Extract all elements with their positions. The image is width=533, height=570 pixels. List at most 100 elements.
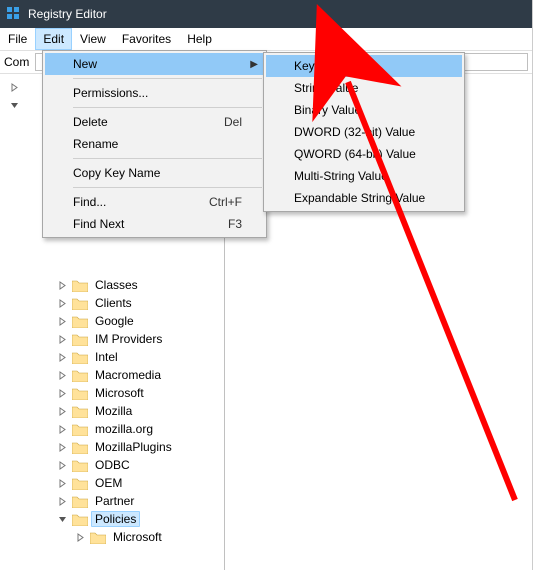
folder-icon bbox=[72, 404, 88, 418]
tree-item[interactable]: Partner bbox=[2, 492, 224, 510]
chevron-right-icon[interactable] bbox=[10, 83, 22, 92]
edit-menu: New ▶ Permissions... Delete Del Rename C… bbox=[42, 50, 267, 238]
menu-item-label: QWORD (64-bit) Value bbox=[294, 147, 416, 161]
menu-item-shortcut: F3 bbox=[228, 217, 242, 231]
new-qword-value[interactable]: QWORD (64-bit) Value bbox=[266, 143, 462, 165]
app-icon bbox=[6, 6, 22, 22]
chevron-down-icon[interactable] bbox=[10, 101, 22, 110]
chevron-right-icon[interactable] bbox=[58, 281, 70, 290]
tree-item[interactable]: Google bbox=[2, 312, 224, 330]
chevron-right-icon[interactable] bbox=[58, 425, 70, 434]
tree-item[interactable]: MozillaPlugins bbox=[2, 438, 224, 456]
edit-menu-find[interactable]: Find... Ctrl+F bbox=[45, 191, 264, 213]
menu-favorites-label: Favorites bbox=[122, 32, 171, 46]
tree-item[interactable]: Mozilla bbox=[2, 402, 224, 420]
chevron-right-icon[interactable] bbox=[58, 299, 70, 308]
tree-item[interactable]: OEM bbox=[2, 474, 224, 492]
folder-icon bbox=[72, 314, 88, 328]
chevron-right-icon[interactable] bbox=[58, 497, 70, 506]
tree-item[interactable]: mozilla.org bbox=[2, 420, 224, 438]
tree-item-label: Macromedia bbox=[91, 367, 165, 383]
registry-editor-window: Registry Editor File Edit View Favorites… bbox=[0, 0, 533, 570]
tree-item-label: IM Providers bbox=[91, 331, 166, 347]
menu-item-label: Expandable String Value bbox=[294, 191, 425, 205]
tree-item[interactable]: Microsoft bbox=[2, 384, 224, 402]
folder-icon bbox=[72, 296, 88, 310]
menu-file[interactable]: File bbox=[0, 28, 35, 50]
edit-menu-permissions[interactable]: Permissions... bbox=[45, 82, 264, 104]
tree-item[interactable]: Clients bbox=[2, 294, 224, 312]
menu-item-label: Binary Value bbox=[294, 103, 361, 117]
menu-item-shortcut: Del bbox=[224, 115, 242, 129]
menu-item-label: Key bbox=[294, 59, 315, 73]
tree-item-label: Mozilla bbox=[91, 403, 136, 419]
new-key[interactable]: Key bbox=[266, 55, 462, 77]
menu-help-label: Help bbox=[187, 32, 212, 46]
tree-item-label: Classes bbox=[91, 277, 142, 293]
menu-edit[interactable]: Edit bbox=[35, 28, 72, 50]
new-multi-string-value[interactable]: Multi-String Value bbox=[266, 165, 462, 187]
tree-item[interactable]: ODBC bbox=[2, 456, 224, 474]
tree-item-policies-child[interactable]: Microsoft bbox=[2, 528, 224, 546]
chevron-right-icon[interactable] bbox=[58, 461, 70, 470]
tree-item-policies[interactable]: Policies bbox=[2, 510, 224, 528]
chevron-down-icon[interactable] bbox=[58, 515, 70, 524]
chevron-right-icon[interactable] bbox=[58, 371, 70, 380]
tree-item[interactable]: Intel bbox=[2, 348, 224, 366]
menu-favorites[interactable]: Favorites bbox=[114, 28, 179, 50]
tree-item-label: Intel bbox=[91, 349, 122, 365]
chevron-right-icon[interactable] bbox=[58, 389, 70, 398]
new-string-value[interactable]: String Value bbox=[266, 77, 462, 99]
chevron-right-icon[interactable] bbox=[58, 335, 70, 344]
folder-icon bbox=[90, 530, 106, 544]
menu-item-label: Delete bbox=[73, 115, 108, 129]
chevron-right-icon[interactable] bbox=[58, 353, 70, 362]
folder-icon bbox=[72, 422, 88, 436]
chevron-right-icon[interactable] bbox=[58, 317, 70, 326]
menu-item-shortcut: Ctrl+F bbox=[209, 195, 242, 209]
menu-view[interactable]: View bbox=[72, 28, 114, 50]
menu-file-label: File bbox=[8, 32, 27, 46]
tree-item[interactable]: Classes bbox=[2, 276, 224, 294]
tree-item[interactable]: Macromedia bbox=[2, 366, 224, 384]
edit-menu-rename[interactable]: Rename bbox=[45, 133, 264, 155]
menu-separator bbox=[73, 107, 262, 108]
new-expandable-string-value[interactable]: Expandable String Value bbox=[266, 187, 462, 209]
menu-edit-label: Edit bbox=[43, 32, 64, 46]
edit-menu-new[interactable]: New ▶ bbox=[45, 53, 264, 75]
menu-item-label: Find... bbox=[73, 195, 106, 209]
chevron-right-icon[interactable] bbox=[58, 407, 70, 416]
folder-icon bbox=[72, 386, 88, 400]
folder-icon bbox=[72, 332, 88, 346]
submenu-arrow-icon: ▶ bbox=[250, 59, 258, 70]
tree-item-label: Policies bbox=[91, 511, 140, 527]
folder-icon bbox=[72, 458, 88, 472]
menubar: File Edit View Favorites Help bbox=[0, 28, 532, 51]
edit-menu-copy-key-name[interactable]: Copy Key Name bbox=[45, 162, 264, 184]
new-binary-value[interactable]: Binary Value bbox=[266, 99, 462, 121]
menu-separator bbox=[73, 187, 262, 188]
tree-item[interactable]: IM Providers bbox=[2, 330, 224, 348]
chevron-right-icon[interactable] bbox=[76, 533, 88, 542]
chevron-right-icon[interactable] bbox=[58, 479, 70, 488]
window-title: Registry Editor bbox=[28, 7, 107, 21]
chevron-right-icon[interactable] bbox=[58, 443, 70, 452]
menu-help[interactable]: Help bbox=[179, 28, 220, 50]
tree-item-label: OEM bbox=[91, 475, 126, 491]
menu-item-label: DWORD (32-bit) Value bbox=[294, 125, 415, 139]
edit-menu-find-next[interactable]: Find Next F3 bbox=[45, 213, 264, 235]
menu-separator bbox=[73, 158, 262, 159]
folder-icon bbox=[72, 512, 88, 526]
new-submenu: Key String Value Binary Value DWORD (32-… bbox=[263, 52, 465, 212]
edit-menu-delete[interactable]: Delete Del bbox=[45, 111, 264, 133]
titlebar: Registry Editor bbox=[0, 0, 532, 28]
menu-item-label: Copy Key Name bbox=[73, 166, 160, 180]
menu-separator bbox=[73, 78, 262, 79]
menu-item-label: Find Next bbox=[73, 217, 124, 231]
tree-item-label: ODBC bbox=[91, 457, 134, 473]
menu-item-label: New bbox=[73, 57, 97, 71]
menu-item-label: Permissions... bbox=[73, 86, 148, 100]
new-dword-value[interactable]: DWORD (32-bit) Value bbox=[266, 121, 462, 143]
folder-icon bbox=[72, 368, 88, 382]
folder-icon bbox=[72, 440, 88, 454]
